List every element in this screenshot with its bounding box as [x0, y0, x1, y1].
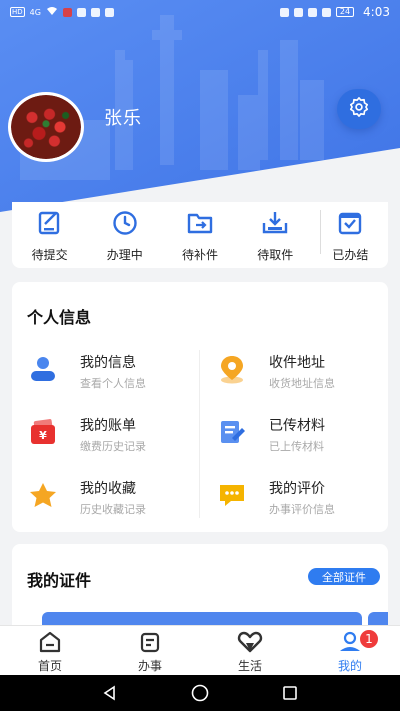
all-certificates-button[interactable]: 全部证件 [308, 568, 380, 585]
my-info-item[interactable]: 我的信息 查看个人信息 [26, 350, 196, 400]
bottom-navigation: 首页 办事 生活 我的 1 [0, 625, 400, 675]
item-title: 我的账单 [80, 418, 136, 434]
nav-label: 首页 [37, 659, 62, 673]
network-indicator: 4G [29, 7, 41, 17]
status-in-progress[interactable]: 办理中 [87, 202, 162, 268]
person-icon [28, 354, 58, 384]
status-bar: HD 4G 24 4:03 [0, 0, 400, 24]
vibrate-icon [321, 7, 331, 17]
location-pin-icon [217, 354, 247, 384]
wifi-icon [46, 6, 58, 19]
shield-icon [76, 7, 86, 17]
personal-info-card: 个人信息 我的信息 查看个人信息 收件地址 收货地址信息 ¥ 我的账单 缴费历史… [12, 282, 388, 532]
bag-icon [90, 7, 100, 17]
status-label: 已办结 [332, 248, 369, 262]
item-subtitle: 查看个人信息 [80, 377, 146, 390]
nav-label: 办事 [137, 659, 162, 673]
home-button[interactable] [190, 683, 210, 703]
document-upload-icon [217, 417, 247, 447]
recents-square-icon [283, 686, 297, 700]
item-title: 收件地址 [269, 355, 325, 371]
checked-box-icon [335, 208, 365, 238]
status-pending-submit[interactable]: 待提交 [12, 202, 87, 268]
card-title: 我的证件 [27, 571, 92, 590]
shipping-address-item[interactable]: 收件地址 收货地址信息 [215, 350, 385, 400]
user-name: 张乐 [104, 108, 142, 129]
item-subtitle: 已上传材料 [269, 440, 324, 453]
item-title: 已传材料 [269, 418, 325, 434]
avatar-photo [11, 95, 81, 159]
card-title: 个人信息 [27, 308, 92, 327]
clock-time: 4:03 [363, 5, 390, 19]
chat-icon [104, 7, 114, 17]
nav-label: 生活 [237, 659, 262, 673]
divider [199, 350, 200, 518]
avatar[interactable] [8, 92, 84, 162]
status-label: 待补件 [182, 248, 219, 262]
home-circle-icon [191, 684, 209, 702]
item-subtitle: 历史收藏记录 [80, 503, 146, 516]
notification-badge: 1 [358, 628, 380, 650]
download-tray-icon [260, 208, 290, 238]
gear-icon [348, 96, 370, 122]
star-icon [28, 480, 58, 510]
recents-button[interactable] [280, 683, 300, 703]
back-button[interactable] [100, 683, 120, 703]
uploaded-materials-item[interactable]: 已传材料 已上传材料 [215, 413, 385, 463]
nav-life[interactable]: 生活 [200, 626, 300, 675]
my-favorites-item[interactable]: 我的收藏 历史收藏记录 [26, 476, 196, 526]
status-pending-supplement[interactable]: 待补件 [162, 202, 237, 268]
my-bills-item[interactable]: ¥ 我的账单 缴费历史记录 [26, 413, 196, 463]
status-completed[interactable]: 已办结 [313, 202, 388, 268]
service-status-row: 待提交 办理中 待补件 待取件 已办结 [12, 202, 388, 268]
comment-bubble-icon [217, 480, 247, 510]
status-pending-pickup[interactable]: 待取件 [238, 202, 313, 268]
back-triangle-icon [103, 685, 115, 701]
svg-text:¥: ¥ [39, 429, 47, 442]
nav-services[interactable]: 办事 [100, 626, 200, 675]
item-subtitle: 办事评价信息 [269, 503, 335, 516]
recording-icon [62, 7, 72, 17]
item-title: 我的收藏 [80, 481, 136, 497]
nav-home[interactable]: 首页 [0, 626, 100, 675]
eye-icon [293, 7, 303, 17]
task-icon [137, 630, 163, 654]
my-reviews-item[interactable]: 我的评价 办事评价信息 [215, 476, 385, 526]
folder-arrow-icon [185, 208, 215, 238]
battery-icon: 24 [335, 7, 355, 17]
status-label: 办理中 [106, 248, 143, 262]
hd-indicator: HD [10, 7, 25, 17]
nfc-icon [307, 7, 317, 17]
item-title: 我的评价 [269, 481, 325, 497]
item-subtitle: 缴费历史记录 [80, 440, 146, 453]
clock-icon [110, 208, 140, 238]
nav-label: 我的 [337, 659, 362, 673]
status-label: 待提交 [31, 248, 68, 262]
system-navigation-bar [0, 675, 400, 711]
draft-edit-icon [35, 208, 65, 238]
item-subtitle: 收货地址信息 [269, 377, 335, 390]
item-title: 我的信息 [80, 355, 136, 371]
wallet-yen-icon: ¥ [28, 417, 58, 447]
headset-icon [279, 7, 289, 17]
settings-button[interactable] [337, 89, 381, 129]
home-icon [37, 630, 63, 654]
status-label: 待取件 [257, 248, 294, 262]
heart-icon [237, 630, 263, 654]
nav-mine[interactable]: 我的 1 [300, 626, 400, 675]
